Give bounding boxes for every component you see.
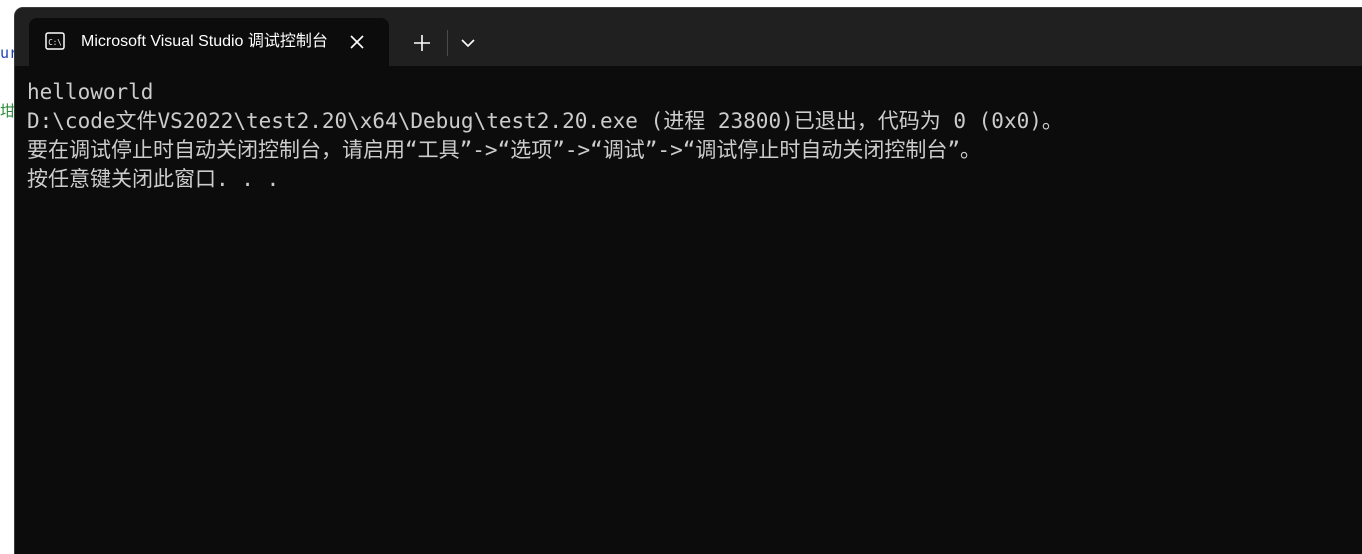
tabbar-divider xyxy=(447,30,448,56)
chevron-down-icon[interactable] xyxy=(453,28,483,58)
console-output[interactable]: helloworld D:\code文件VS2022\test2.20\x64\… xyxy=(27,78,1347,194)
tab-bar: C:\ Microsoft Visual Studio 调试控制台 xyxy=(15,8,1362,66)
tab-debug-console[interactable]: C:\ Microsoft Visual Studio 调试控制台 xyxy=(29,18,389,66)
terminal-icon: C:\ xyxy=(45,32,65,50)
tab-title: Microsoft Visual Studio 调试控制台 xyxy=(81,33,328,50)
console-line: 按任意键关闭此窗口. . . xyxy=(27,167,280,191)
plus-icon[interactable] xyxy=(407,28,437,58)
background-editor: ur 坩 xyxy=(0,0,16,554)
svg-text:C:\: C:\ xyxy=(48,38,62,47)
console-line: D:\code文件VS2022\test2.20\x64\Debug\test2… xyxy=(27,109,1063,133)
console-line: 要在调试停止时自动关闭控制台，请启用“工具”->“选项”->“调试”->“调试停… xyxy=(27,138,981,162)
close-icon[interactable] xyxy=(345,30,369,54)
console-line: helloworld xyxy=(27,80,154,104)
background-code-fragment: 坩 xyxy=(0,102,16,120)
background-code-fragment: ur xyxy=(0,44,16,62)
terminal-window: C:\ Microsoft Visual Studio 调试控制台 hellow… xyxy=(15,8,1362,554)
